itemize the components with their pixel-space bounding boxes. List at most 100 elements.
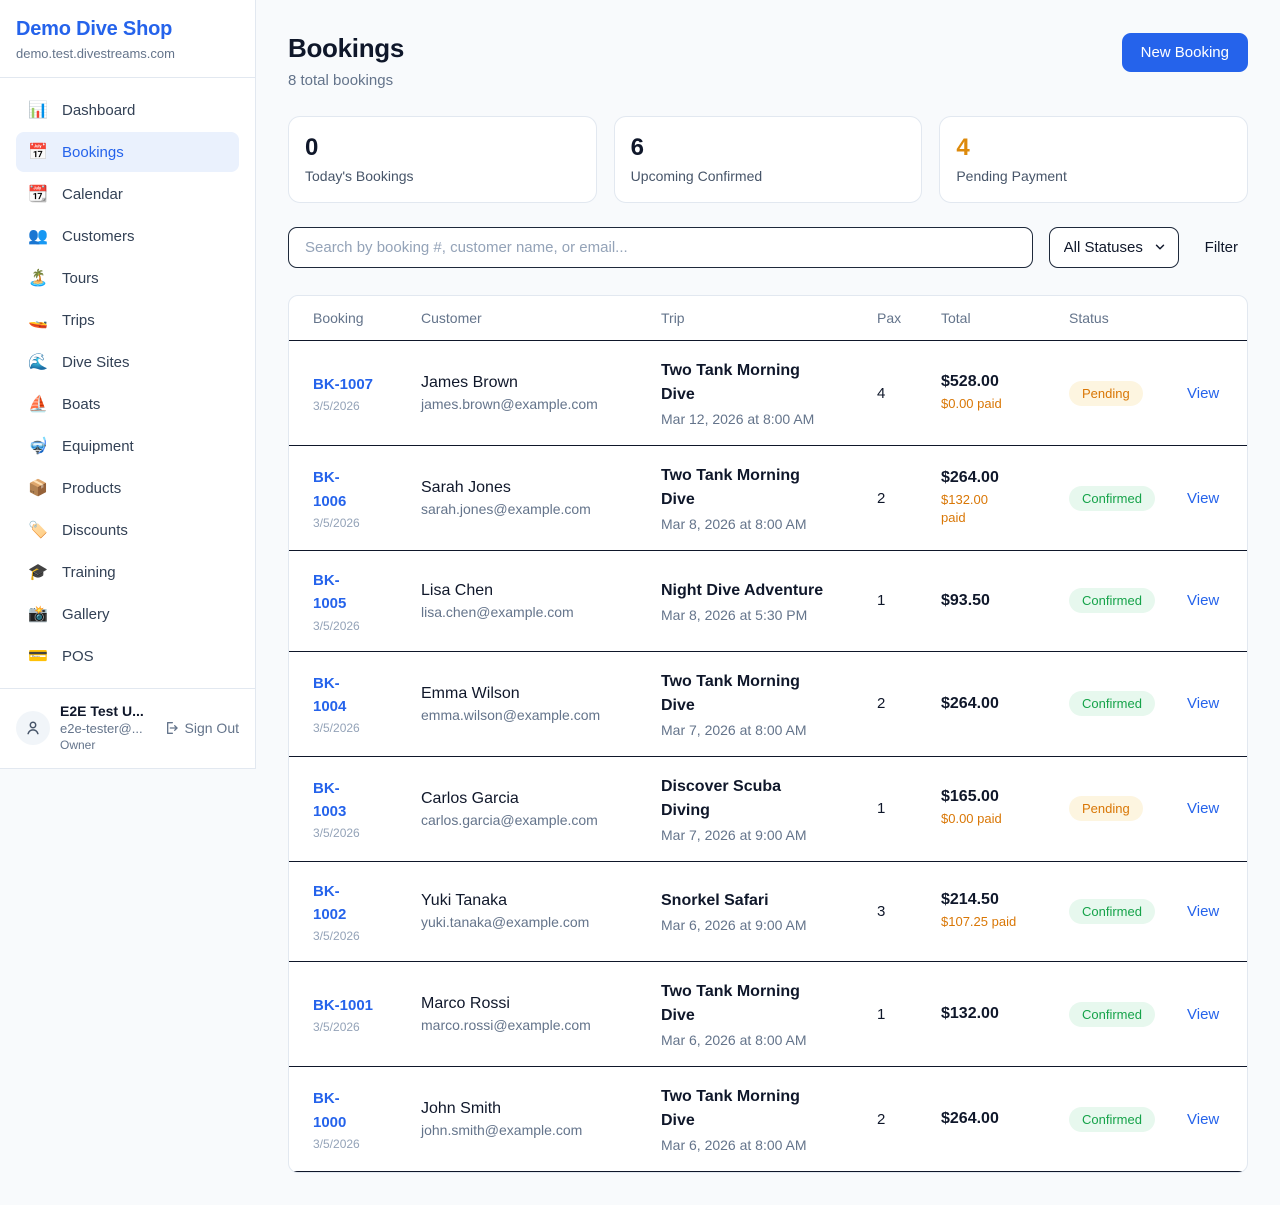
user-footer: E2E Test U... e2e-tester@... Owner Sign …	[0, 688, 255, 768]
customer-name: Marco Rossi	[421, 995, 633, 1013]
booking-row: BK- 1006 3/5/2026 Sarah Jones sarah.jone…	[289, 446, 1247, 551]
pos-icon: 💳	[28, 646, 48, 666]
col-header-status: Status	[1055, 296, 1173, 341]
sign-out-button[interactable]: Sign Out	[163, 720, 239, 736]
page-title-block: Bookings 8 total bookings	[288, 33, 404, 89]
filter-bar: All Statuses Filter	[288, 227, 1248, 268]
discounts-icon: 🏷️	[28, 520, 48, 540]
customer-name: James Brown	[421, 374, 633, 392]
booking-row: BK- 1005 3/5/2026 Lisa Chen lisa.chen@ex…	[289, 551, 1247, 652]
sidebar-item-label: Customers	[62, 228, 135, 245]
booking-date: 3/5/2026	[313, 1020, 393, 1034]
paid-amount: $107.25 paid	[941, 913, 1041, 931]
filter-button[interactable]: Filter	[1195, 231, 1248, 264]
col-header-booking: Booking	[289, 296, 407, 341]
new-booking-button[interactable]: New Booking	[1122, 33, 1248, 72]
booking-date: 3/5/2026	[313, 721, 393, 735]
sidebar-item[interactable]: 📅 Bookings	[16, 132, 239, 172]
status-badge: Confirmed	[1069, 691, 1155, 716]
trip-datetime: Mar 6, 2026 at 8:00 AM	[661, 1032, 849, 1048]
pax-count: 2	[877, 695, 885, 712]
sidebar-item-label: Discounts	[62, 522, 128, 539]
col-header-total: Total	[927, 296, 1055, 341]
sidebar-item[interactable]: 📊 Dashboard	[16, 90, 239, 130]
trip-name: Two Tank Morning Dive	[661, 980, 849, 1028]
sidebar-item-label: Products	[62, 480, 121, 497]
sidebar-item[interactable]: 🎓 Training	[16, 552, 239, 592]
sidebar-item[interactable]: 📸 Gallery	[16, 594, 239, 634]
booking-row: BK- 1000 3/5/2026 John Smith john.smith@…	[289, 1067, 1247, 1172]
booking-id-link[interactable]: BK- 1000	[313, 1087, 393, 1134]
page-subtitle: 8 total bookings	[288, 72, 404, 89]
paid-amount: $0.00 paid	[941, 810, 1041, 828]
booking-id-link[interactable]: BK-1001	[313, 994, 393, 1017]
booking-row: BK- 1003 3/5/2026 Carlos Garcia carlos.g…	[289, 756, 1247, 861]
sidebar-item[interactable]: 🚤 Trips	[16, 300, 239, 340]
search-input[interactable]	[288, 227, 1033, 268]
shop-header: Demo Dive Shop demo.test.divestreams.com	[0, 0, 255, 78]
shop-domain: demo.test.divestreams.com	[16, 46, 239, 61]
sidebar-item-label: Equipment	[62, 438, 134, 455]
stat-card: 0 Today's Bookings	[288, 116, 597, 203]
sidebar-item[interactable]: 📆 Calendar	[16, 174, 239, 214]
sidebar-item-label: Bookings	[62, 144, 124, 161]
sidebar-item-label: Calendar	[62, 186, 123, 203]
sidebar-item[interactable]: ⛵ Boats	[16, 384, 239, 424]
tours-icon: 🏝️	[28, 268, 48, 288]
status-filter-wrap: All Statuses	[1049, 227, 1179, 268]
customer-name: Yuki Tanaka	[421, 892, 633, 910]
sign-out-icon	[163, 720, 179, 736]
sidebar-item[interactable]: 🤿 Equipment	[16, 426, 239, 466]
trip-datetime: Mar 8, 2026 at 8:00 AM	[661, 516, 849, 532]
col-header-actions	[1173, 296, 1247, 341]
booking-id-link[interactable]: BK- 1004	[313, 672, 393, 719]
status-filter-select[interactable]: All Statuses	[1049, 227, 1179, 268]
booking-id-link[interactable]: BK- 1006	[313, 466, 393, 513]
view-link[interactable]: View	[1187, 800, 1219, 817]
sidebar-item[interactable]: 💳 POS	[16, 636, 239, 676]
total-amount: $93.50	[941, 592, 1041, 610]
pax-count: 2	[877, 490, 885, 507]
sidebar-item[interactable]: 🏷️ Discounts	[16, 510, 239, 550]
page-header: Bookings 8 total bookings New Booking	[288, 33, 1248, 89]
view-link[interactable]: View	[1187, 592, 1219, 609]
user-info: E2E Test U... e2e-tester@... Owner	[60, 703, 153, 752]
booking-id-link[interactable]: BK- 1003	[313, 777, 393, 824]
customer-name: Lisa Chen	[421, 582, 633, 600]
view-link[interactable]: View	[1187, 695, 1219, 712]
view-link[interactable]: View	[1187, 903, 1219, 920]
view-link[interactable]: View	[1187, 1006, 1219, 1023]
status-badge: Pending	[1069, 796, 1143, 821]
booking-id-link[interactable]: BK-1007	[313, 373, 393, 396]
view-link[interactable]: View	[1187, 1111, 1219, 1128]
stat-value: 6	[631, 134, 906, 162]
sidebar: Demo Dive Shop demo.test.divestreams.com…	[0, 0, 256, 769]
sidebar-item-label: Tours	[62, 270, 99, 287]
user-email: e2e-tester@...	[60, 721, 153, 736]
bookings-icon: 📅	[28, 142, 48, 162]
trip-datetime: Mar 6, 2026 at 9:00 AM	[661, 917, 849, 933]
sidebar-item-label: Dive Sites	[62, 354, 130, 371]
sidebar-item-label: Training	[62, 564, 116, 581]
shop-name: Demo Dive Shop	[16, 18, 239, 41]
view-link[interactable]: View	[1187, 385, 1219, 402]
stat-label: Today's Bookings	[305, 168, 580, 184]
sidebar-item[interactable]: 📦 Products	[16, 468, 239, 508]
sidebar-item[interactable]: 🌊 Dive Sites	[16, 342, 239, 382]
sidebar-item[interactable]: 👥 Customers	[16, 216, 239, 256]
booking-date: 3/5/2026	[313, 399, 393, 413]
sidebar-item-label: Boats	[62, 396, 100, 413]
pax-count: 1	[877, 1006, 885, 1023]
booking-id-link[interactable]: BK- 1002	[313, 880, 393, 927]
customer-name: Sarah Jones	[421, 479, 633, 497]
booking-date: 3/5/2026	[313, 1137, 393, 1151]
total-amount: $264.00	[941, 469, 1041, 487]
sidebar-item[interactable]: 🏝️ Tours	[16, 258, 239, 298]
training-icon: 🎓	[28, 562, 48, 582]
booking-row: BK-1007 3/5/2026 James Brown james.brown…	[289, 341, 1247, 446]
stat-cards: 0 Today's Bookings 6 Upcoming Confirmed …	[288, 116, 1248, 203]
sidebar-item-label: POS	[62, 648, 94, 665]
booking-id-link[interactable]: BK- 1005	[313, 569, 393, 616]
equipment-icon: 🤿	[28, 436, 48, 456]
view-link[interactable]: View	[1187, 490, 1219, 507]
